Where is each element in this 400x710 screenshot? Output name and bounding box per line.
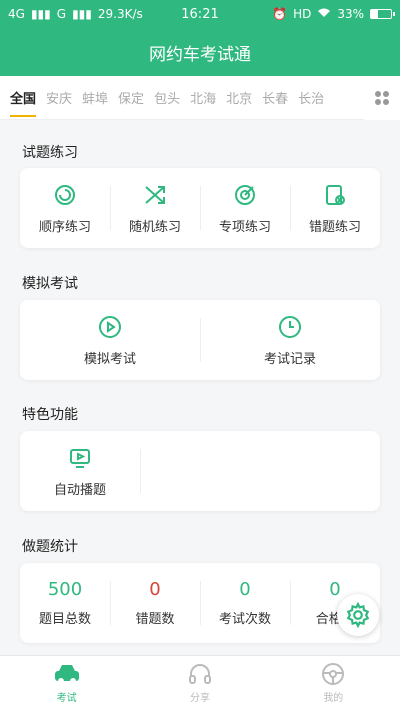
wrong-list-icon xyxy=(322,182,348,208)
page-title: 网约车考试通 xyxy=(149,44,251,65)
car-icon xyxy=(53,662,81,686)
steering-wheel-icon xyxy=(319,662,347,686)
nav-exam[interactable]: 考试 xyxy=(0,656,133,710)
section-title-practice: 试题练习 xyxy=(22,145,78,161)
wifi-icon xyxy=(317,7,331,21)
city-tab-北海[interactable]: 北海 xyxy=(190,88,216,107)
section-title-stats: 做题统计 xyxy=(22,539,78,555)
battery-percent: 33% xyxy=(337,7,364,21)
gear-icon xyxy=(346,602,370,628)
nav-exam-label: 考试 xyxy=(56,693,77,704)
stat-exam-label: 考试次数 xyxy=(218,612,271,627)
nav-mine-label: 我的 xyxy=(323,693,344,704)
stat-total-label: 题目总数 xyxy=(38,612,91,627)
stat-wrong-questions[interactable]: 0 错题数 xyxy=(110,563,200,643)
sequence-practice-button[interactable]: 顺序练习 xyxy=(20,168,110,248)
settings-button[interactable] xyxy=(337,594,379,636)
more-cities-icon[interactable] xyxy=(364,76,400,120)
shuffle-icon xyxy=(142,182,168,208)
nav-share[interactable]: 分享 xyxy=(133,656,266,710)
alarm-icon: ⏰ xyxy=(272,7,288,21)
city-tabs: 全国 安庆 蚌埠 保定 包头 北海 北京 长春 长治 xyxy=(0,76,400,120)
network-type: 4G xyxy=(8,7,25,21)
play-icon xyxy=(97,314,123,340)
city-tab-包头[interactable]: 包头 xyxy=(154,88,180,107)
random-practice-label: 随机练习 xyxy=(128,219,181,235)
nav-mine[interactable]: 我的 xyxy=(267,656,400,710)
features-card: 自动播题 xyxy=(20,431,380,511)
city-tab-北京[interactable]: 北京 xyxy=(226,88,252,107)
stat-wrong-value: 0 xyxy=(149,579,161,600)
headphone-icon xyxy=(186,662,214,686)
target-icon xyxy=(232,182,258,208)
section-title-features: 特色功能 xyxy=(22,407,78,423)
bottom-nav: 考试 分享 我的 xyxy=(0,655,400,710)
city-tab-全国[interactable]: 全国 xyxy=(10,88,37,117)
stats-card: 500 题目总数 0 错题数 0 考试次数 0 合格... xyxy=(20,563,380,643)
mock-exam-button[interactable]: 模拟考试 xyxy=(20,300,200,380)
random-practice-button[interactable]: 随机练习 xyxy=(110,168,200,248)
city-tab-安庆[interactable]: 安庆 xyxy=(46,88,72,107)
city-tab-长治[interactable]: 长治 xyxy=(298,88,324,107)
stat-exam-value: 0 xyxy=(239,579,251,600)
stat-total-value: 500 xyxy=(47,579,83,600)
app-bar: 网约车考试通 xyxy=(0,28,400,76)
mock-exam-label: 模拟考试 xyxy=(83,351,136,367)
stat-wrong-label: 错题数 xyxy=(135,612,175,627)
network-type-2: G xyxy=(56,7,67,21)
mock-exam-card: 模拟考试 考试记录 xyxy=(20,300,380,380)
auto-play-label: 自动播题 xyxy=(53,482,106,498)
stat-pass-value: 0 xyxy=(329,579,341,600)
nav-share-label: 分享 xyxy=(189,693,210,704)
hd-indicator: HD xyxy=(293,7,312,21)
network-speed: 29.3K/s xyxy=(97,7,143,21)
clock-icon xyxy=(277,314,303,340)
topic-practice-button[interactable]: 专项练习 xyxy=(200,168,290,248)
city-tab-长春[interactable]: 长春 xyxy=(262,88,288,107)
sequence-icon xyxy=(52,182,78,208)
city-tab-保定[interactable]: 保定 xyxy=(118,88,144,107)
status-bar: 4G ▮▮▮ G ▮▮▮ 29.3K/s 16:21 ⏰ HD 33% xyxy=(0,0,400,28)
wrong-practice-label: 错题练习 xyxy=(308,219,361,235)
auto-play-button[interactable]: 自动播题 xyxy=(20,431,140,511)
exam-record-label: 考试记录 xyxy=(263,351,316,367)
practice-card: 顺序练习 随机练习 专项练习 错题练习 xyxy=(20,168,380,248)
stat-total-questions[interactable]: 500 题目总数 xyxy=(20,563,110,643)
signal-icon: ▮▮▮ xyxy=(30,7,51,21)
video-icon xyxy=(67,445,93,471)
features-empty-slot xyxy=(140,431,380,511)
exam-record-button[interactable]: 考试记录 xyxy=(200,300,380,380)
city-tab-蚌埠[interactable]: 蚌埠 xyxy=(82,88,108,107)
battery-icon xyxy=(370,9,395,19)
signal-icon-2: ▮▮▮ xyxy=(72,7,92,21)
section-title-mock-exam: 模拟考试 xyxy=(22,276,78,292)
stat-exam-count[interactable]: 0 考试次数 xyxy=(200,563,290,643)
topic-practice-label: 专项练习 xyxy=(218,219,271,235)
sequence-practice-label: 顺序练习 xyxy=(38,219,91,235)
wrong-practice-button[interactable]: 错题练习 xyxy=(290,168,380,248)
